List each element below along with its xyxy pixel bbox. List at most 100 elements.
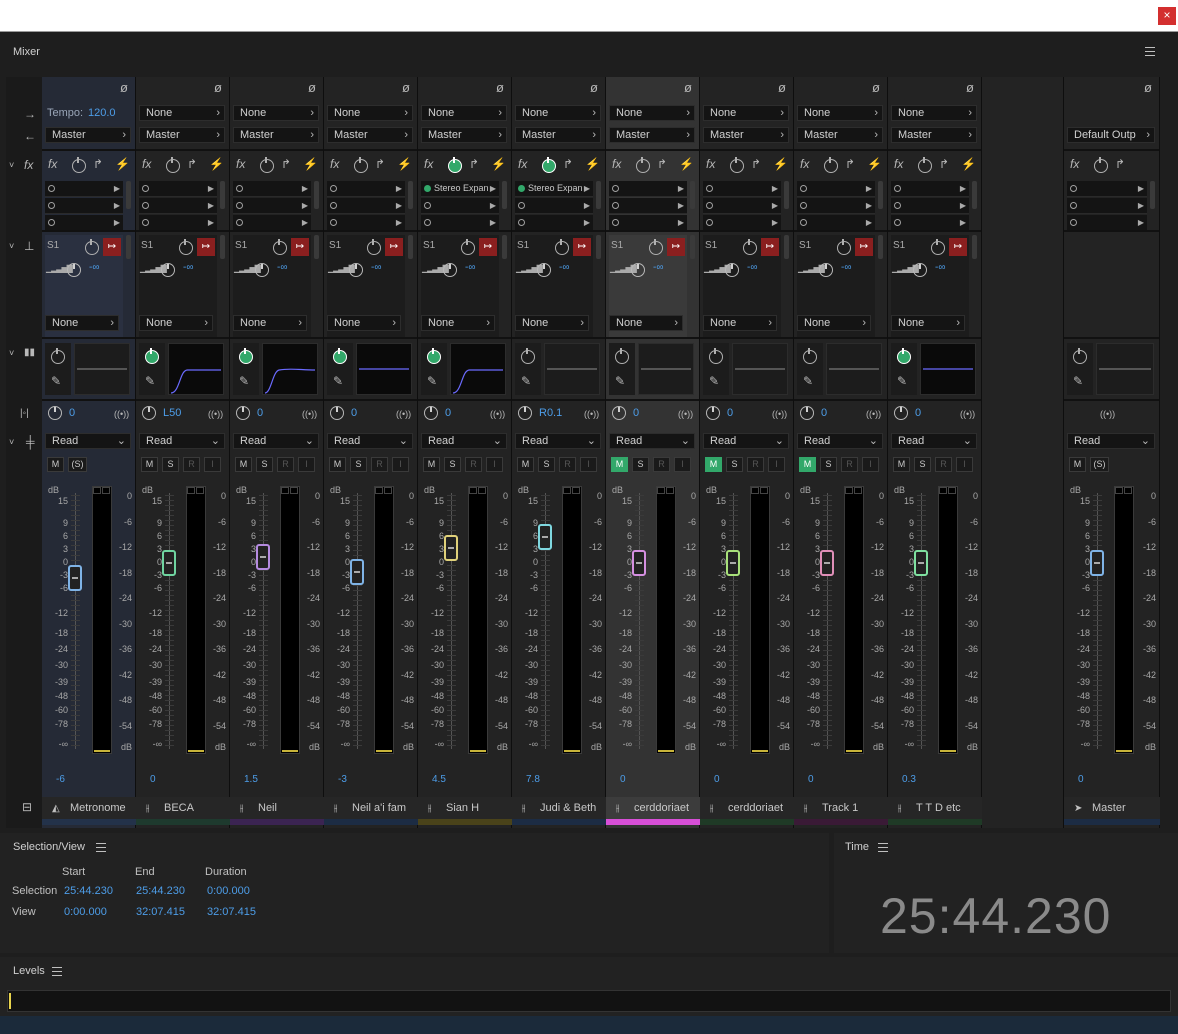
fx-slot-power-icon[interactable] — [236, 202, 243, 209]
track-name-label[interactable]: ⫲ cerddoriaet — [700, 797, 794, 819]
automation-mode-select[interactable]: Read ⌄ — [139, 433, 225, 449]
fx-power-icon[interactable] — [72, 157, 86, 173]
send-slot-label[interactable]: S1 — [799, 240, 811, 251]
record-arm-button[interactable]: R — [277, 457, 294, 472]
fx-scrollbar[interactable] — [220, 181, 225, 209]
send-level-value[interactable]: -∞ — [935, 262, 945, 273]
fx-slot-power-icon[interactable] — [894, 185, 901, 192]
fx-slot-power-icon[interactable] — [48, 219, 55, 226]
send-power-icon[interactable] — [179, 239, 193, 255]
volume-fader-handle[interactable] — [726, 550, 740, 576]
send-scrollbar[interactable] — [314, 235, 319, 259]
send-slot-label[interactable]: S1 — [705, 240, 717, 251]
fx-slot-power-icon[interactable] — [706, 185, 713, 192]
fx-slot-power-icon[interactable] — [800, 219, 807, 226]
fx-slot[interactable]: ▶ — [891, 215, 969, 231]
eq-graph[interactable] — [544, 343, 600, 395]
track-name-label[interactable]: ⫲ Neil — [230, 797, 324, 819]
bolt-icon[interactable]: ⚡ — [491, 157, 506, 171]
fx-scrollbar[interactable] — [502, 181, 507, 209]
view-duration-field[interactable]: 32:07.415 — [207, 906, 256, 918]
send-power-icon[interactable] — [273, 239, 287, 255]
send-scrollbar[interactable] — [126, 235, 131, 259]
fx-slot[interactable]: ▶ — [45, 198, 123, 214]
monitor-input-button[interactable]: I — [298, 457, 315, 472]
send-destination-select[interactable]: None › — [609, 315, 683, 331]
fx-power-icon[interactable] — [636, 157, 650, 173]
stereo-width-icon[interactable]: ((•)) — [772, 407, 787, 421]
volume-value[interactable]: 7.8 — [526, 774, 540, 785]
output-select[interactable]: Master › — [327, 127, 413, 143]
send-scrollbar[interactable] — [972, 235, 977, 259]
close-button[interactable]: × — [1158, 7, 1176, 25]
record-arm-button[interactable]: R — [371, 457, 388, 472]
send-power-icon[interactable] — [931, 239, 945, 255]
eq-graph[interactable] — [356, 343, 412, 395]
stereo-width-icon[interactable]: ((•)) — [584, 407, 599, 421]
fx-power-icon[interactable] — [1094, 157, 1108, 173]
fx-slot[interactable]: ▶ — [797, 215, 875, 231]
phase-invert-icon[interactable]: ø — [1144, 81, 1152, 95]
track-name-label[interactable]: ⫲ cerddoriaet — [606, 797, 700, 819]
pre-fader-icon[interactable]: ↦ — [291, 238, 309, 256]
fx-slot[interactable]: ▶ — [609, 215, 687, 231]
eq-power-icon[interactable] — [897, 348, 911, 364]
fx-slot[interactable]: Stereo Expan ▶ — [515, 181, 593, 197]
eq-power-icon[interactable] — [615, 348, 629, 364]
bolt-icon[interactable]: ⚡ — [961, 157, 976, 171]
monitor-input-button[interactable]: I — [674, 457, 691, 472]
fx-slot[interactable]: ▶ — [797, 181, 875, 197]
fx-slot-power-icon[interactable] — [48, 185, 55, 192]
volume-fader-handle[interactable] — [914, 550, 928, 576]
fx-slot[interactable]: ▶ — [327, 198, 405, 214]
volume-value[interactable]: 1.5 — [244, 774, 258, 785]
send-destination-select[interactable]: None › — [139, 315, 213, 331]
volume-fader-handle[interactable] — [1090, 550, 1104, 576]
send-slot-label[interactable]: S1 — [611, 240, 623, 251]
bolt-icon[interactable]: ⚡ — [867, 157, 882, 171]
send-volume-knob[interactable] — [913, 263, 927, 277]
phase-invert-icon[interactable]: ø — [872, 81, 880, 95]
solo-button[interactable]: S — [820, 457, 837, 472]
fx-slot-power-icon[interactable] — [142, 219, 149, 226]
fx-power-icon[interactable] — [354, 157, 368, 173]
record-arm-button[interactable]: R — [559, 457, 576, 472]
track-name-label[interactable]: ⫲ BECA — [136, 797, 230, 819]
pan-value[interactable]: 0 — [915, 407, 921, 419]
input-select[interactable]: None › — [139, 105, 225, 121]
send-volume-knob[interactable] — [67, 263, 81, 277]
pre-post-icon[interactable]: ↱ — [281, 157, 291, 171]
send-slot-label[interactable]: S1 — [235, 240, 247, 251]
fx-slot-power-icon[interactable] — [518, 202, 525, 209]
solo-button[interactable]: S — [914, 457, 931, 472]
mute-button[interactable]: M — [235, 457, 252, 472]
track-name-label[interactable]: ◭ Metronome — [42, 797, 136, 819]
send-volume-knob[interactable] — [819, 263, 833, 277]
fx-slot-power-icon[interactable] — [612, 185, 619, 192]
stereo-width-icon[interactable]: ((•)) — [678, 407, 693, 421]
stereo-width-icon[interactable]: ((•)) — [866, 407, 881, 421]
stereo-width-icon[interactable]: ((•)) — [396, 407, 411, 421]
eq-power-icon[interactable] — [145, 348, 159, 364]
output-select[interactable]: Master › — [45, 127, 131, 143]
monitor-input-button[interactable]: I — [768, 457, 785, 472]
fx-slot[interactable]: ▶ — [45, 181, 123, 197]
pan-knob[interactable] — [330, 406, 344, 420]
stereo-width-icon[interactable]: ((•)) — [490, 407, 505, 421]
selection-end-field[interactable]: 25:44.230 — [136, 885, 185, 897]
fx-slot[interactable]: ▶ — [515, 215, 593, 231]
fx-slot-power-icon[interactable] — [706, 202, 713, 209]
pre-post-icon[interactable]: ↱ — [469, 157, 479, 171]
send-volume-knob[interactable] — [349, 263, 363, 277]
mute-button[interactable]: M — [611, 457, 628, 472]
send-scrollbar[interactable] — [408, 235, 413, 259]
automation-mode-select[interactable]: Read ⌄ — [797, 433, 883, 449]
selection-duration-field[interactable]: 0:00.000 — [207, 885, 250, 897]
automation-mode-select[interactable]: Read ⌄ — [891, 433, 977, 449]
fx-scrollbar[interactable] — [408, 181, 413, 209]
pan-value[interactable]: R0.1 — [539, 407, 562, 419]
eq-graph[interactable] — [826, 343, 882, 395]
pan-value[interactable]: 0 — [69, 407, 75, 419]
solo-button[interactable]: S — [538, 457, 555, 472]
send-power-icon[interactable] — [555, 239, 569, 255]
